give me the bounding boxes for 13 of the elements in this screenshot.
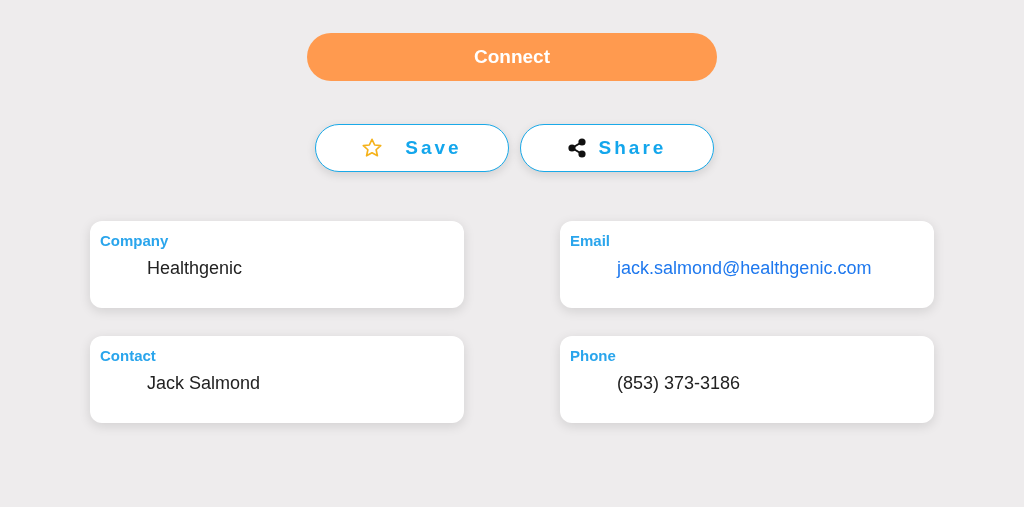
field-value: Healthgenic [147, 258, 243, 279]
field-label: Phone [570, 347, 616, 364]
star-icon [361, 137, 384, 159]
share-icon [566, 138, 587, 158]
field-value: Jack Salmond [147, 373, 261, 394]
field-label: Contact [100, 347, 156, 364]
email-link[interactable]: jack.salmond@healthgenic.com [617, 258, 872, 279]
share-button[interactable]: Share [519, 124, 714, 172]
connect-button[interactable]: Connect [307, 33, 717, 81]
field-label: Company [100, 232, 169, 249]
field-value: (853) 373-3186 [617, 373, 741, 394]
save-button[interactable]: Save [314, 124, 509, 172]
field-label: Email [570, 232, 611, 249]
